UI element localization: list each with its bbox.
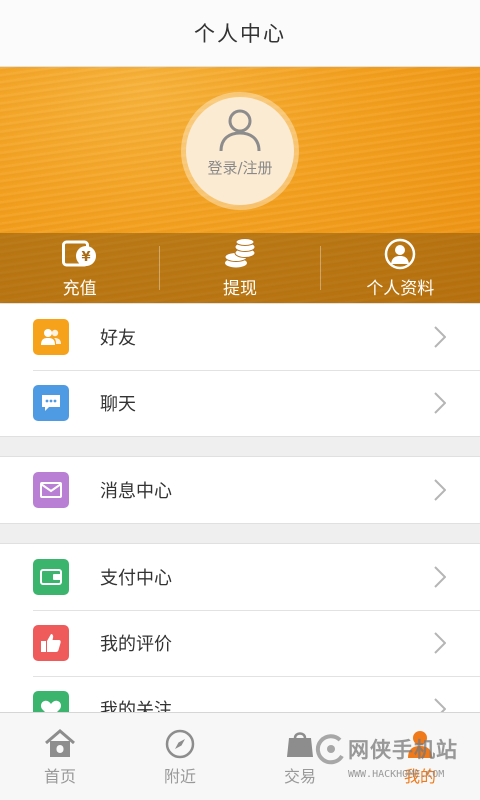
tab-label: 我的 bbox=[403, 767, 436, 786]
mail-icon bbox=[33, 472, 69, 508]
svg-text:¥: ¥ bbox=[81, 250, 90, 265]
menu-item-label: 支付中心 bbox=[100, 568, 172, 589]
home-icon bbox=[45, 729, 75, 757]
menu-item-message-center[interactable]: 消息中心 bbox=[0, 457, 480, 523]
chevron-right-icon bbox=[434, 479, 446, 501]
tab-label: 附近 bbox=[163, 767, 196, 786]
menu-item-payment-center[interactable]: 支付中心 bbox=[0, 544, 480, 610]
tab-trade[interactable]: 交易 bbox=[240, 713, 360, 800]
withdraw-button[interactable]: 提现 bbox=[160, 233, 319, 303]
chevron-right-icon bbox=[434, 566, 446, 588]
compass-icon bbox=[165, 729, 195, 759]
menu-item-label: 聊天 bbox=[100, 394, 136, 415]
menu-item-label: 消息中心 bbox=[100, 481, 172, 502]
tab-label: 交易 bbox=[283, 767, 316, 786]
menu-item-label: 好友 bbox=[100, 328, 136, 349]
profile-info-label: 个人资料 bbox=[366, 278, 435, 299]
login-register-link[interactable]: 登录/注册 bbox=[207, 157, 272, 178]
tab-mine[interactable]: 我的 bbox=[360, 713, 480, 800]
coins-icon bbox=[224, 237, 256, 267]
tab-label: 首页 bbox=[43, 767, 76, 786]
page-title: 个人中心 bbox=[194, 22, 286, 46]
chevron-right-icon bbox=[434, 326, 446, 348]
top-bar: 个人中心 bbox=[0, 0, 480, 67]
profile-info-button[interactable]: 个人资料 bbox=[321, 233, 480, 303]
withdraw-label: 提现 bbox=[222, 278, 257, 299]
login-avatar-button[interactable]: 登录/注册 bbox=[186, 97, 294, 205]
friend-icon bbox=[33, 319, 69, 355]
menu-item-friends[interactable]: 好友 bbox=[0, 304, 480, 370]
menu-item-label: 我的评价 bbox=[100, 634, 172, 655]
profile-banner: 登录/注册 ¥ 充值 提现 个人资料 bbox=[0, 67, 480, 303]
wallet-icon bbox=[33, 559, 69, 595]
menu-item-my-reviews[interactable]: 我的评价 bbox=[0, 610, 480, 676]
wallet-yen-icon: ¥ bbox=[61, 240, 96, 266]
menu-group-social: 好友 聊天 bbox=[0, 303, 480, 437]
tab-nearby[interactable]: 附近 bbox=[120, 713, 240, 800]
user-circle-icon bbox=[385, 238, 416, 269]
recharge-label: 充值 bbox=[62, 278, 97, 299]
chat-icon bbox=[33, 385, 69, 421]
menu-group-messages: 消息中心 bbox=[0, 456, 480, 524]
bottom-tab-bar: 首页 附近 交易 我的 bbox=[0, 712, 480, 800]
recharge-button[interactable]: ¥ 充值 bbox=[0, 233, 159, 303]
tab-home[interactable]: 首页 bbox=[0, 713, 120, 800]
bag-icon bbox=[287, 732, 313, 757]
chevron-right-icon bbox=[434, 392, 446, 414]
quick-actions-bar: ¥ 充值 提现 个人资料 bbox=[0, 233, 480, 303]
user-icon bbox=[408, 731, 432, 758]
user-icon bbox=[219, 109, 261, 152]
thumbs-up-icon bbox=[33, 625, 69, 661]
menu-item-chat[interactable]: 聊天 bbox=[0, 370, 480, 436]
chevron-right-icon bbox=[434, 632, 446, 654]
